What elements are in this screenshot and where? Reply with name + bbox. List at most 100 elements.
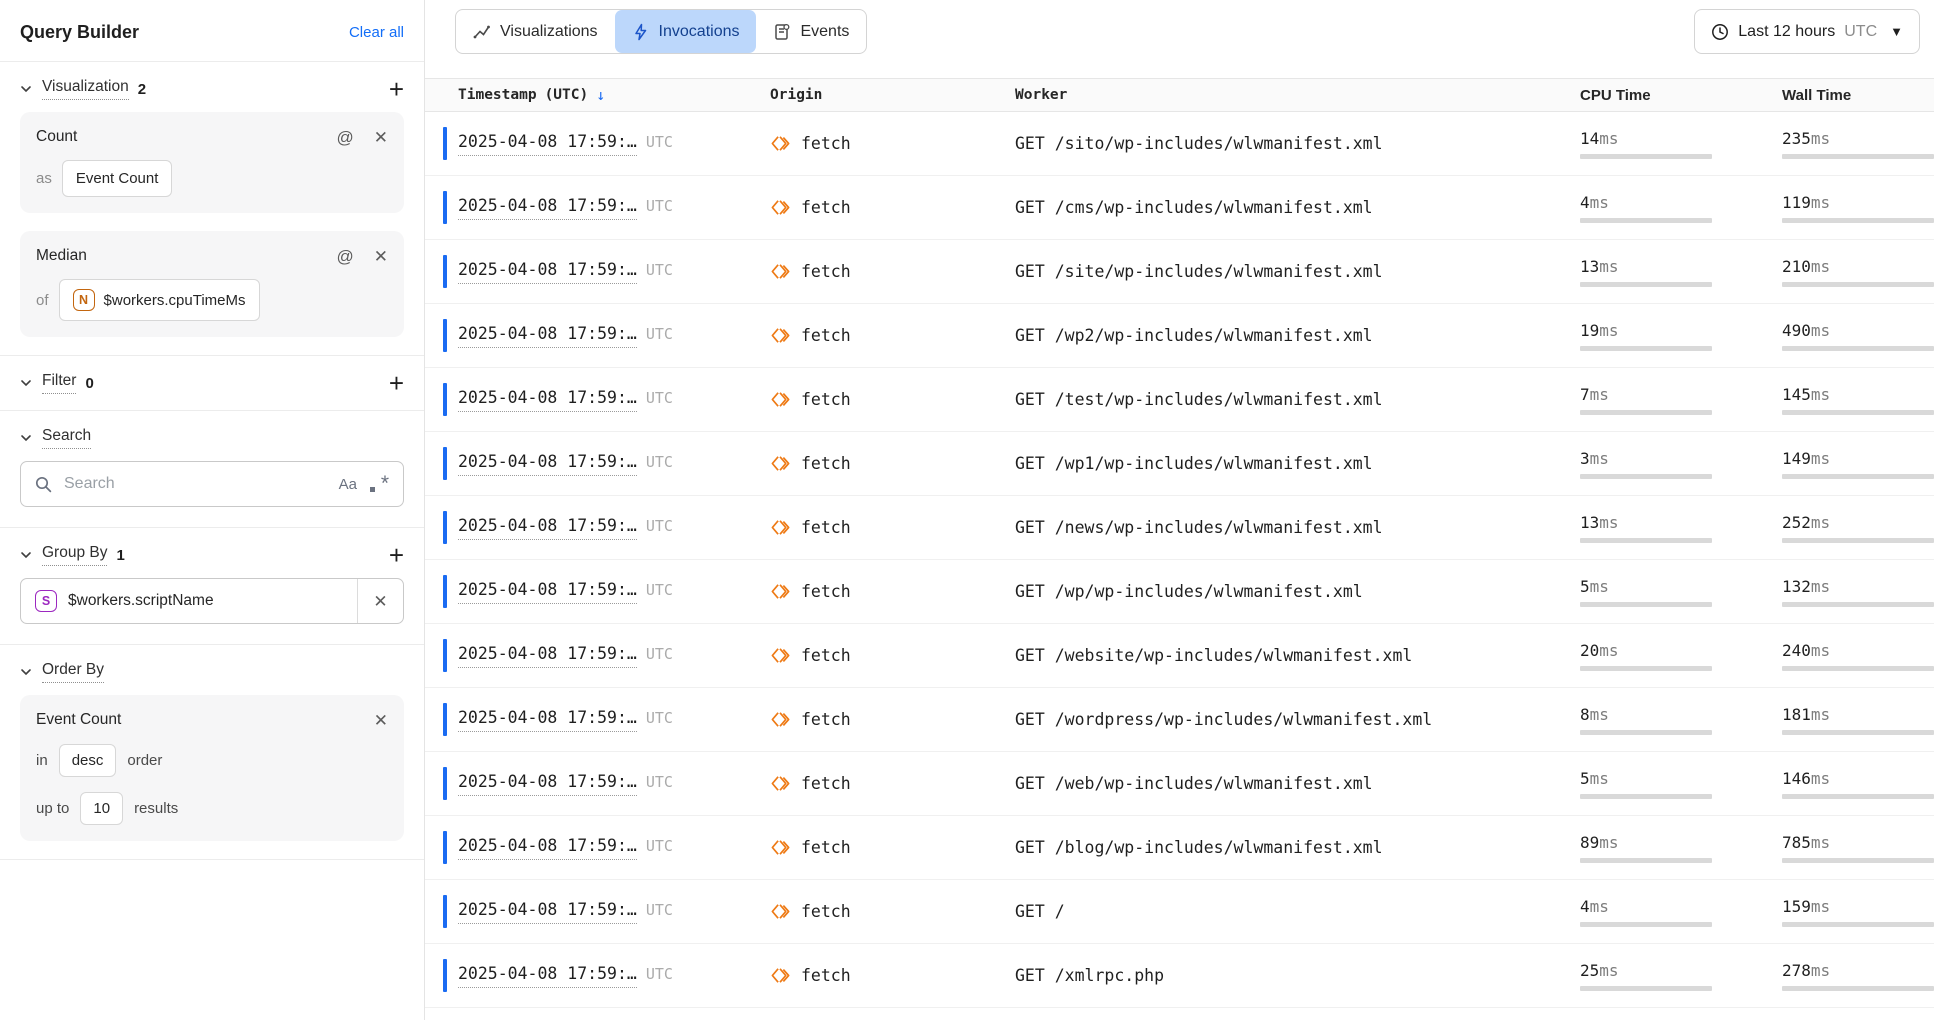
- close-icon[interactable]: ✕: [374, 248, 388, 265]
- chevron-down-icon[interactable]: [20, 432, 32, 444]
- chevron-down-icon[interactable]: [20, 83, 32, 95]
- timestamp-timezone: UTC: [646, 965, 673, 983]
- tab-invocations[interactable]: Invocations: [615, 10, 757, 53]
- add-filter-button[interactable]: +: [389, 374, 404, 392]
- cpu-time-cell: 14ms: [1580, 129, 1782, 159]
- timestamp-value[interactable]: 2025-04-08 17:59:…: [458, 452, 637, 476]
- tab-visualizations[interactable]: Visualizations: [456, 10, 615, 53]
- table-row[interactable]: 2025-04-08 17:59:… UTC fetch GET / 4ms 1…: [425, 880, 1934, 944]
- table-row[interactable]: 2025-04-08 17:59:… UTC fetch GET /blog/w…: [425, 816, 1934, 880]
- origin-value: fetch: [801, 838, 851, 857]
- table-row[interactable]: 2025-04-08 17:59:… UTC fetch GET /wp2/wp…: [425, 304, 1934, 368]
- worker-request: GET /wordpress/wp-includes/wlwmanifest.x…: [1015, 710, 1580, 729]
- cpu-time-cell: 5ms: [1580, 577, 1782, 607]
- close-icon[interactable]: ✕: [374, 712, 388, 729]
- close-icon[interactable]: ✕: [373, 593, 387, 610]
- table-row[interactable]: 2025-04-08 17:59:… UTC fetch GET /wordpr…: [425, 688, 1934, 752]
- search-section-label[interactable]: Search: [42, 427, 91, 449]
- search-input[interactable]: [64, 475, 327, 493]
- order-by-section-label[interactable]: Order By: [42, 661, 104, 683]
- timestamp-cell: 2025-04-08 17:59:… UTC: [425, 964, 770, 988]
- filter-section-label[interactable]: Filter: [42, 372, 76, 394]
- timestamp-value[interactable]: 2025-04-08 17:59:…: [458, 196, 637, 220]
- origin-value: fetch: [801, 454, 851, 473]
- wall-time-bar: [1782, 986, 1934, 991]
- fetch-origin-icon: [770, 965, 791, 986]
- timestamp-timezone: UTC: [646, 901, 673, 919]
- add-group-by-button[interactable]: +: [389, 546, 404, 564]
- table-row[interactable]: 2025-04-08 17:59:… UTC fetch GET /sito/w…: [425, 112, 1934, 176]
- column-header-origin[interactable]: Origin: [770, 87, 1015, 103]
- worker-request: GET /sito/wp-includes/wlwmanifest.xml: [1015, 134, 1580, 153]
- cpu-time-cell: 89ms: [1580, 833, 1782, 863]
- timestamp-timezone: UTC: [646, 261, 673, 279]
- column-header-worker[interactable]: Worker: [1015, 87, 1580, 103]
- timestamp-value[interactable]: 2025-04-08 17:59:…: [458, 836, 637, 860]
- table-row[interactable]: 2025-04-08 17:59:… UTC fetch GET /websit…: [425, 624, 1934, 688]
- timestamp-timezone: UTC: [646, 709, 673, 727]
- wall-time-bar: [1782, 474, 1934, 479]
- clear-all-button[interactable]: Clear all: [349, 24, 404, 41]
- wall-time-bar: [1782, 154, 1934, 159]
- regex-toggle-icon[interactable]: *: [369, 474, 389, 494]
- timestamp-value[interactable]: 2025-04-08 17:59:…: [458, 964, 637, 988]
- view-tab-group: VisualizationsInvocationsEvents: [455, 9, 867, 54]
- search-icon: [35, 476, 52, 493]
- table-row[interactable]: 2025-04-08 17:59:… UTC fetch GET /test/w…: [425, 368, 1934, 432]
- worker-request: GET /xmlrpc.php: [1015, 966, 1580, 985]
- wall-time-bar: [1782, 922, 1934, 927]
- page-title: Query Builder: [20, 22, 139, 43]
- origin-cell: fetch: [770, 197, 1015, 218]
- column-header-wall-time[interactable]: Wall Time: [1782, 87, 1934, 104]
- table-row[interactable]: 2025-04-08 17:59:… UTC fetch GET /wp/wp-…: [425, 560, 1934, 624]
- chevron-down-icon[interactable]: [20, 666, 32, 678]
- origin-value: fetch: [801, 902, 851, 921]
- column-header-cpu-time[interactable]: CPU Time: [1580, 87, 1782, 104]
- table-row[interactable]: 2025-04-08 17:59:… UTC fetch GET /site/w…: [425, 240, 1934, 304]
- group-by-section-label[interactable]: Group By: [42, 544, 107, 566]
- cpu-time-field-chip[interactable]: N $workers.cpuTimeMs: [59, 279, 260, 321]
- table-row[interactable]: 2025-04-08 17:59:… UTC fetch GET /news/w…: [425, 496, 1934, 560]
- timestamp-timezone: UTC: [646, 453, 673, 471]
- table-row[interactable]: 2025-04-08 17:59:… UTC fetch GET /xmlrpc…: [425, 944, 1934, 1008]
- time-range-button[interactable]: Last 12 hours UTC ▼: [1694, 9, 1920, 54]
- timestamp-value[interactable]: 2025-04-08 17:59:…: [458, 132, 637, 156]
- case-sensitive-toggle[interactable]: Aa: [339, 476, 357, 493]
- timestamp-timezone: UTC: [646, 773, 673, 791]
- visualization-section: Visualization 2 + Count @ ✕ as Event Cou…: [0, 62, 424, 337]
- timestamp-value[interactable]: 2025-04-08 17:59:…: [458, 580, 637, 604]
- in-label: in: [36, 752, 48, 769]
- result-limit-input[interactable]: 10: [80, 792, 123, 825]
- wall-time-cell: 132ms: [1782, 577, 1934, 607]
- timestamp-value[interactable]: 2025-04-08 17:59:…: [458, 772, 637, 796]
- at-icon[interactable]: @: [336, 248, 353, 265]
- fetch-origin-icon: [770, 901, 791, 922]
- timestamp-value[interactable]: 2025-04-08 17:59:…: [458, 516, 637, 540]
- chevron-down-icon[interactable]: [20, 549, 32, 561]
- wall-time-cell: 785ms: [1782, 833, 1934, 863]
- add-visualization-button[interactable]: +: [389, 80, 404, 98]
- table-row[interactable]: 2025-04-08 17:59:… UTC fetch GET /web/wp…: [425, 752, 1934, 816]
- table-row[interactable]: 2025-04-08 17:59:… UTC fetch GET /wp1/wp…: [425, 432, 1934, 496]
- timestamp-value[interactable]: 2025-04-08 17:59:…: [458, 644, 637, 668]
- table-row[interactable]: 2025-04-08 17:59:… UTC fetch GET /cms/wp…: [425, 176, 1934, 240]
- timestamp-value[interactable]: 2025-04-08 17:59:…: [458, 388, 637, 412]
- visualization-section-label[interactable]: Visualization: [42, 78, 129, 100]
- chevron-down-icon[interactable]: [20, 377, 32, 389]
- timestamp-value[interactable]: 2025-04-08 17:59:…: [458, 708, 637, 732]
- tab-events[interactable]: Events: [756, 10, 866, 53]
- timestamp-value[interactable]: 2025-04-08 17:59:…: [458, 900, 637, 924]
- wall-time-cell: 240ms: [1782, 641, 1934, 671]
- origin-value: fetch: [801, 134, 851, 153]
- timestamp-cell: 2025-04-08 17:59:… UTC: [425, 900, 770, 924]
- timestamp-value[interactable]: 2025-04-08 17:59:…: [458, 260, 637, 284]
- sort-direction-select[interactable]: desc: [59, 744, 117, 777]
- close-icon[interactable]: ✕: [374, 129, 388, 146]
- group-by-chip[interactable]: S $workers.scriptName ✕: [20, 578, 404, 624]
- timestamp-timezone: UTC: [646, 197, 673, 215]
- timestamp-value[interactable]: 2025-04-08 17:59:…: [458, 324, 637, 348]
- timestamp-timezone: UTC: [646, 837, 673, 855]
- column-header-timestamp[interactable]: Timestamp (UTC) ↓: [425, 86, 770, 104]
- event-count-chip[interactable]: Event Count: [62, 160, 173, 197]
- at-icon[interactable]: @: [336, 129, 353, 146]
